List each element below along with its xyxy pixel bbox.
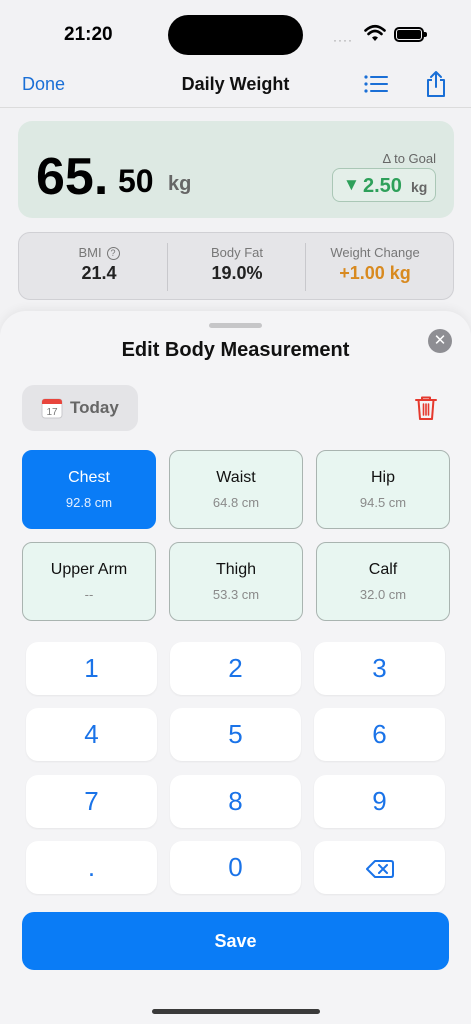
measurement-tile-hip[interactable]: Hip 94.5 cm — [316, 450, 450, 529]
battery-icon — [394, 27, 427, 42]
cellular-signal-icon: ···· — [333, 33, 353, 47]
body-fat-value: 19.0% — [211, 263, 263, 283]
status-time: 21:20 — [64, 24, 113, 45]
measurement-name: Thigh — [215, 561, 257, 578]
keypad-key-0[interactable]: 0 — [170, 841, 301, 894]
page-title: Daily Weight — [181, 74, 290, 94]
weight-change-stat: Weight Change +1.00 kg — [305, 233, 445, 301]
date-picker-button[interactable]: 17 Today — [22, 385, 138, 431]
body-fat-label: Body Fat — [210, 245, 264, 260]
dynamic-island — [168, 15, 303, 55]
calendar-icon: 17 — [41, 398, 63, 419]
measurement-name: Waist — [216, 469, 256, 486]
weight-unit: kg — [168, 173, 192, 195]
goal-delta-value: 2.50 — [363, 175, 402, 197]
svg-text:17: 17 — [46, 407, 58, 418]
close-button[interactable]: ✕ — [428, 329, 452, 353]
weight-decimal: 50 — [118, 163, 154, 199]
weight-integer: 65. — [36, 148, 109, 206]
sheet-title: Edit Body Measurement — [121, 339, 350, 361]
measurement-name: Calf — [368, 561, 398, 578]
home-indicator — [152, 1009, 320, 1014]
trash-icon[interactable] — [414, 395, 438, 421]
backspace-icon — [365, 860, 394, 879]
backspace-button[interactable] — [314, 841, 445, 894]
list-icon[interactable] — [364, 74, 388, 94]
wifi-icon — [364, 24, 386, 41]
measurement-name: Chest — [68, 469, 110, 486]
keypad-key-decimal[interactable]: . — [26, 841, 157, 894]
sheet-grabber[interactable] — [209, 323, 262, 328]
keypad-key-2[interactable]: 2 — [170, 642, 301, 695]
keypad-key-4[interactable]: 4 — [26, 708, 157, 761]
weight-change-label: Weight Change — [330, 245, 420, 260]
edit-measurement-sheet: Edit Body Measurement ✕ 17 Today Chest 9… — [0, 311, 471, 1024]
weight-summary-card: 65. 50 kg Δ to Goal ▼ 2.50 kg — [18, 121, 454, 218]
keypad-key-1[interactable]: 1 — [26, 642, 157, 695]
keypad-key-8[interactable]: 8 — [170, 775, 301, 828]
keypad-key-6[interactable]: 6 — [314, 708, 445, 761]
date-label: Today — [70, 398, 119, 417]
measurement-tile-waist[interactable]: Waist 64.8 cm — [169, 450, 303, 529]
measurement-tile-upper-arm[interactable]: Upper Arm -- — [22, 542, 156, 621]
measurement-value: -- — [84, 587, 94, 602]
measurement-value: 94.5 cm — [359, 495, 407, 510]
measurement-value: 64.8 cm — [212, 495, 260, 510]
measurement-value: 92.8 cm — [65, 495, 113, 510]
measurement-tile-calf[interactable]: Calf 32.0 cm — [316, 542, 450, 621]
bmi-value: 21.4 — [81, 263, 117, 283]
measurement-value: 53.3 cm — [212, 587, 260, 602]
navigation-bar: Done Daily Weight — [0, 62, 471, 108]
goal-delta-label: Δ to Goal — [382, 151, 437, 166]
bmi-stat: BMI? 21.4 — [29, 233, 169, 301]
measurement-value: 32.0 cm — [359, 587, 407, 602]
weight-change-value: +1.00 kg — [339, 263, 411, 283]
save-button[interactable]: Save — [22, 912, 449, 970]
keypad-key-3[interactable]: 3 — [314, 642, 445, 695]
help-icon[interactable]: ? — [106, 247, 120, 260]
share-icon[interactable] — [425, 70, 447, 98]
status-bar: 21:20 ···· — [0, 0, 471, 62]
measurement-name: Upper Arm — [50, 561, 128, 578]
body-fat-stat: Body Fat 19.0% — [167, 233, 307, 301]
keypad-key-7[interactable]: 7 — [26, 775, 157, 828]
goal-delta-unit: kg — [411, 179, 428, 195]
goal-delta-badge: ▼ 2.50 kg — [332, 168, 436, 202]
keypad-key-9[interactable]: 9 — [314, 775, 445, 828]
measurement-name: Hip — [370, 469, 395, 486]
measurement-tile-chest[interactable]: Chest 92.8 cm — [22, 450, 156, 529]
bmi-label: BMI — [78, 245, 102, 260]
measurement-tile-thigh[interactable]: Thigh 53.3 cm — [169, 542, 303, 621]
keypad-key-5[interactable]: 5 — [170, 708, 301, 761]
down-triangle-icon: ▼ — [343, 175, 360, 194]
stats-card: BMI? 21.4 Body Fat 19.0% Weight Change +… — [18, 232, 454, 300]
